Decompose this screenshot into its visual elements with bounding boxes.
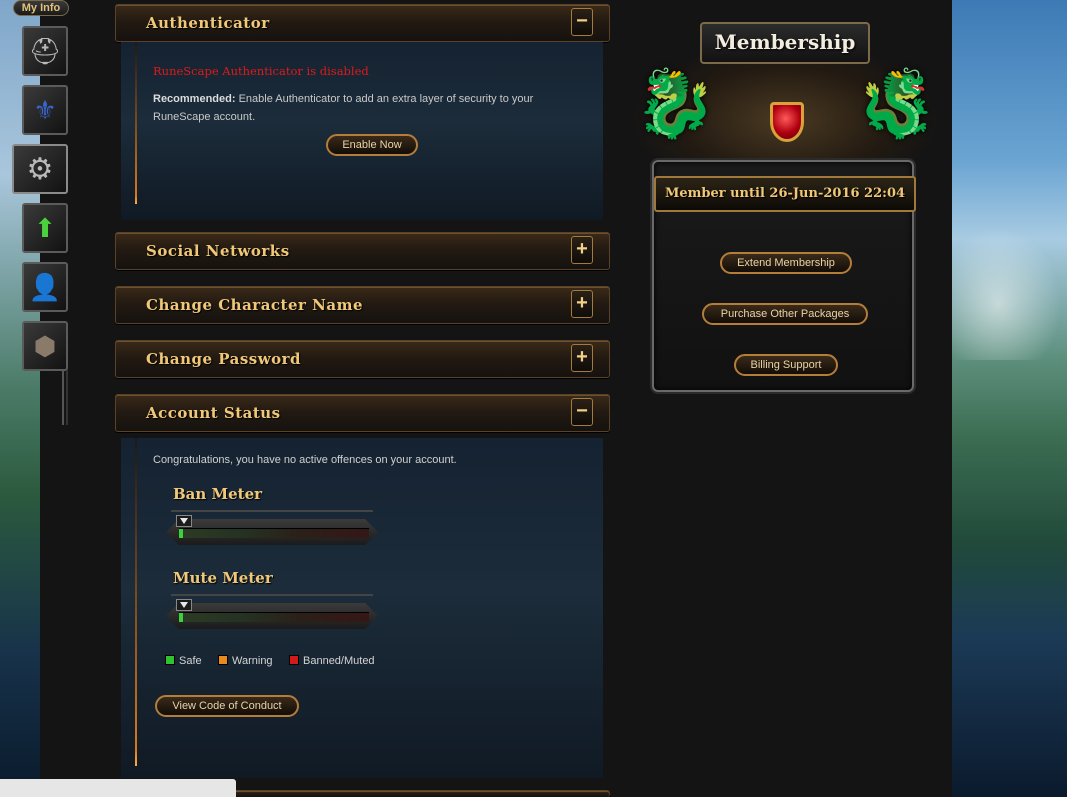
authenticator-status: RuneScape Authenticator is disabled [153,64,369,78]
gear-icon: ⚙ [26,152,54,186]
authenticator-body: RuneScape Authenticator is disabled Reco… [121,42,603,220]
ban-meter-marker [176,515,192,527]
ruby-shield-icon [770,102,804,142]
mute-meter-fill [179,613,183,622]
recommended-label: Recommended: [153,93,236,105]
membership-expiry-text: Member until 26-Jun-2016 22:04 [664,186,906,201]
section-accent-line [135,438,137,766]
enable-authenticator-button[interactable]: Enable Now [326,134,418,156]
social-networks-title: Social Networks [146,242,290,260]
membership-title: Membership [714,30,856,54]
membership-expiry-banner: Member until 26-Jun-2016 22:04 [654,176,916,212]
view-code-of-conduct-button[interactable]: View Code of Conduct [155,695,299,717]
side-nav: My Info ⛑ ⚜ ⚙ ⬆ 👤 ⬢ [12,0,70,425]
expand-icon[interactable]: + [571,344,593,372]
collapse-icon[interactable]: − [571,398,593,426]
change-password-header[interactable]: Change Password + [115,340,610,378]
nav-button-extras[interactable]: ⬢ [22,321,68,371]
membership-title-plate: Membership [700,22,870,64]
nav-button-account[interactable]: ⛑ [22,26,68,76]
orb-icon: ⬢ [33,330,57,361]
purchase-other-packages-button[interactable]: Purchase Other Packages [702,303,868,325]
social-networks-header[interactable]: Social Networks + [115,232,610,270]
ban-meter-title: Ban Meter [173,485,263,503]
extend-membership-button[interactable]: Extend Membership [720,252,852,274]
account-status-body: Congratulations, you have no active offe… [121,438,603,778]
legend-item-warning: Warning [218,655,273,667]
my-info-tab[interactable]: My Info [13,0,69,16]
ban-meter-topline [171,510,373,512]
status-bar [0,779,236,797]
expand-icon[interactable]: + [571,236,593,264]
authenticator-header[interactable]: Authenticator − [115,4,610,42]
collapse-icon[interactable]: − [571,8,593,36]
change-password-title: Change Password [146,350,302,368]
ban-meter-track [179,528,369,538]
account-status-message: Congratulations, you have no active offe… [153,454,457,466]
billing-support-button[interactable]: Billing Support [734,354,838,376]
upgrade-arrow-icon: ⬆ [34,212,56,243]
nav-button-upgrade[interactable]: ⬆ [22,203,68,253]
nav-button-clan[interactable]: ⚜ [22,85,68,135]
nav-button-settings[interactable]: ⚙ [12,144,68,194]
dragon-right-icon: 🐉 [855,66,938,140]
account-status-title: Account Status [146,404,281,422]
helmet-icon: ⛑ [28,35,62,66]
membership-panel: 🐉 🐉 Membership Extend Membership Purchas… [628,10,942,398]
account-status-header[interactable]: Account Status − [115,394,610,432]
legend-swatch-safe [165,655,175,665]
expand-icon[interactable]: + [571,290,593,318]
mute-meter-marker [176,599,192,611]
background-scenery-right [952,0,1067,797]
section-accent-line [135,42,137,204]
authenticator-recommendation: Recommended: Enable Authenticator to add… [153,90,573,126]
nav-chain-decoration [62,370,68,425]
legend-swatch-banned [289,655,299,665]
mute-meter-track [179,612,369,622]
add-friend-icon: 👤 [28,271,62,302]
mute-meter-topline [171,594,373,596]
mute-meter-title: Mute Meter [173,569,273,587]
nav-button-refer-friend[interactable]: 👤 [22,262,68,312]
legend-item-safe: Safe [165,655,202,667]
change-character-name-title: Change Character Name [146,296,363,314]
legend-item-banned: Banned/Muted [289,655,375,667]
banner-icon: ⚜ [33,94,57,125]
authenticator-title: Authenticator [146,14,270,32]
change-character-name-header[interactable]: Change Character Name + [115,286,610,324]
meter-legend: Safe Warning Banned/Muted [165,655,425,669]
dragon-left-icon: 🐉 [634,66,717,140]
ban-meter-fill [179,529,183,538]
legend-swatch-warning [218,655,228,665]
